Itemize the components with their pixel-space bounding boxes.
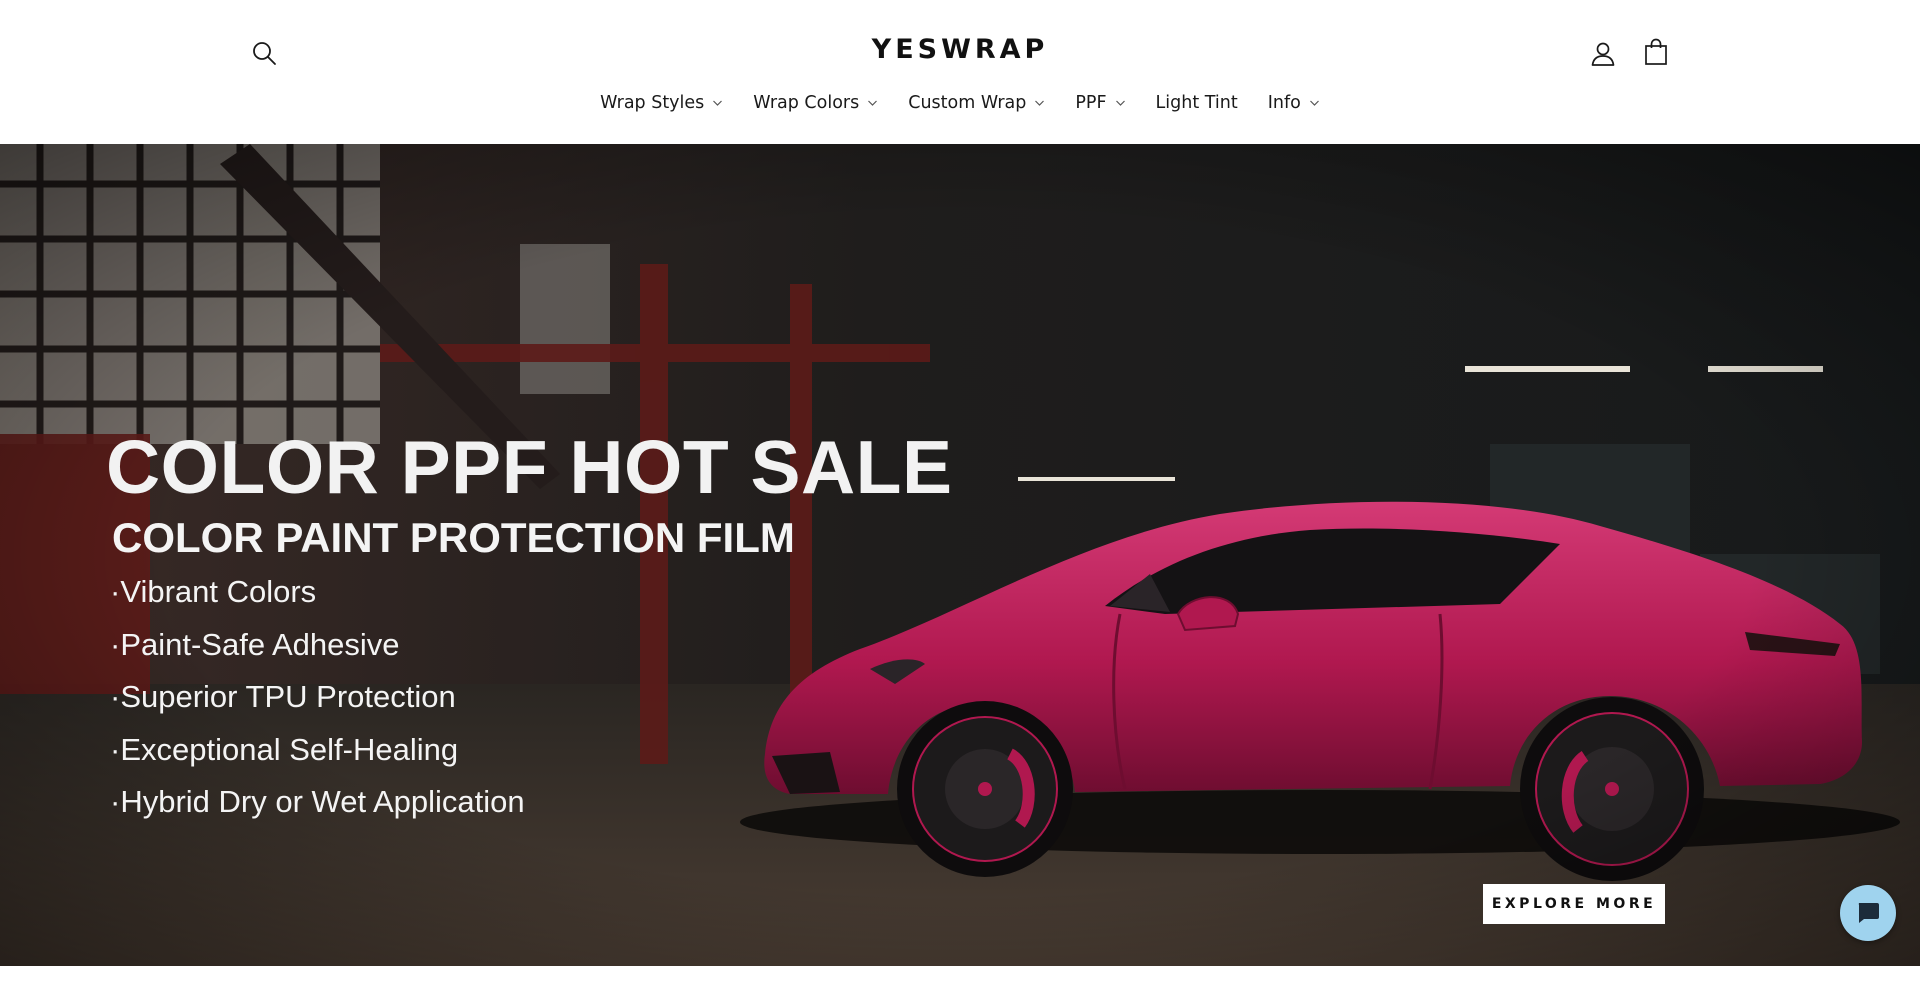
hero-feature-item: ·Superior TPU Protection	[110, 679, 456, 714]
hero-title: COLOR PPF HOT SALE	[106, 425, 953, 509]
nav-item-label: Wrap Styles	[600, 93, 705, 113]
site-logo[interactable]: YESWRAP	[0, 34, 1920, 65]
hero-feature-item: ·Paint-Safe Adhesive	[110, 627, 400, 662]
chevron-down-icon	[1035, 100, 1045, 106]
hero-banner[interactable]: COLOR PPF HOT SALE COLOR PAINT PROTECTIO…	[0, 144, 1920, 966]
nav-item-light-tint[interactable]: Light Tint	[1141, 93, 1253, 113]
site-header: YESWRAP Wrap Styles Wrap Colors Custom W…	[0, 0, 1920, 144]
hero-subtitle: COLOR PAINT PROTECTION FILM	[112, 514, 795, 561]
chevron-down-icon	[868, 100, 878, 106]
nav-item-label: Info	[1267, 93, 1301, 113]
chevron-down-icon	[713, 100, 723, 106]
hero-feature-item: ·Hybrid Dry or Wet Application	[110, 784, 525, 819]
chevron-down-icon	[1309, 100, 1319, 106]
nav-item-label: Wrap Colors	[753, 93, 860, 113]
hero-feature-item: ·Exceptional Self-Healing	[110, 732, 459, 767]
chat-bubble-icon	[1858, 903, 1879, 923]
user-icon[interactable]	[1590, 40, 1616, 66]
explore-more-button[interactable]: EXPLORE MORE	[1483, 884, 1665, 924]
nav-item-label: Light Tint	[1155, 93, 1238, 113]
nav-item-wrap-colors[interactable]: Wrap Colors	[738, 93, 893, 113]
nav-item-wrap-styles[interactable]: Wrap Styles	[585, 93, 738, 113]
nav-item-label: PPF	[1075, 93, 1107, 113]
nav-item-info[interactable]: Info	[1253, 93, 1335, 113]
chat-button[interactable]	[1840, 885, 1896, 941]
nav-item-label: Custom Wrap	[908, 93, 1027, 113]
nav-item-ppf[interactable]: PPF	[1060, 93, 1140, 113]
main-navigation: Wrap Styles Wrap Colors Custom Wrap PPF …	[0, 93, 1920, 113]
chevron-down-icon	[1115, 100, 1125, 106]
hero-feature-item: ·Vibrant Colors	[110, 574, 317, 609]
shopping-bag-icon[interactable]	[1642, 38, 1670, 66]
page-bottom-strip	[0, 966, 1920, 993]
nav-item-custom-wrap[interactable]: Custom Wrap	[893, 93, 1060, 113]
